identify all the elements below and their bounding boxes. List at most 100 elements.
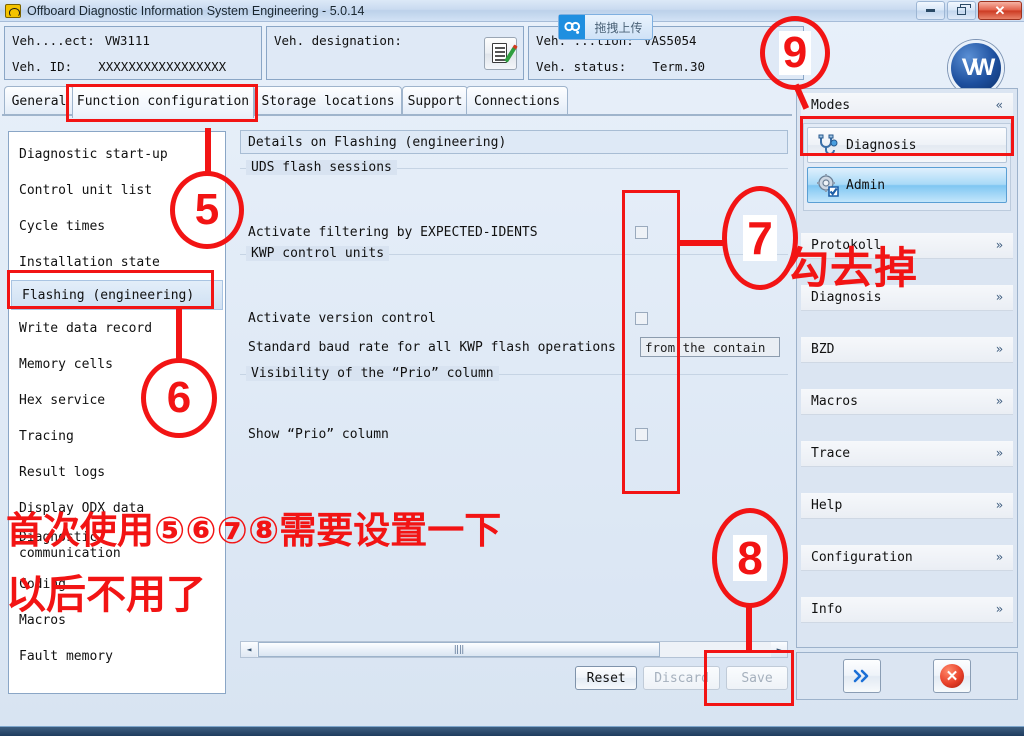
drag-upload-icon	[559, 15, 585, 39]
gear-check-icon	[816, 173, 840, 197]
combo-standard-baud-rate[interactable]: from the contain	[640, 337, 780, 357]
option-standard-baud-rate[interactable]: Standard baud rate for all KWP flash ope…	[248, 337, 780, 357]
tab-function-configuration[interactable]: Function configuration	[72, 84, 254, 118]
sidebar-section-protokoll[interactable]: Protokoll »	[801, 233, 1013, 259]
status-label: Veh. status:	[536, 58, 627, 74]
list-item-tracing[interactable]: Tracing	[9, 418, 225, 454]
reset-button[interactable]: Reset	[575, 666, 638, 690]
save-button[interactable]: Save	[726, 666, 788, 690]
list-item-label: Memory cells	[19, 356, 113, 372]
chevron-down-icon[interactable]: »	[996, 550, 1003, 564]
project-value: VW3111	[104, 32, 150, 48]
option-show-prio-column[interactable]: Show “Prio” column	[248, 427, 780, 442]
drag-upload-overlay[interactable]: 拖拽上传	[558, 14, 653, 40]
title-bar: Offboard Diagnostic Information System E…	[0, 0, 1024, 22]
list-item-control-unit-list[interactable]: Control unit list	[9, 172, 225, 208]
chevron-down-icon[interactable]: »	[996, 290, 1003, 304]
chevron-down-icon[interactable]: »	[996, 602, 1003, 616]
sidebar-section-label: Diagnosis	[811, 290, 882, 305]
cancel-button[interactable]: ✕	[933, 659, 971, 693]
tab-storage-locations[interactable]: Storage locations	[254, 86, 402, 116]
list-item-label: Installation state	[19, 254, 160, 270]
stethoscope-icon	[816, 133, 840, 157]
list-item-label: Fault memory	[19, 648, 113, 664]
next-button[interactable]	[843, 659, 881, 693]
status-value: Term.30	[652, 58, 705, 74]
list-item-label: Flashing (engineering)	[22, 287, 195, 303]
checkbox-activate-version-control[interactable]	[635, 312, 648, 325]
list-item-installation-state[interactable]: Installation state	[9, 244, 225, 280]
list-item-label: Cycle times	[19, 218, 106, 234]
minimize-button[interactable]	[916, 1, 945, 20]
chevron-down-icon[interactable]: »	[996, 394, 1003, 408]
sidebar-section-modes[interactable]: Modes «	[801, 93, 1013, 119]
tab-support[interactable]: Support	[402, 86, 468, 116]
right-sidebar: Modes « Diagnosis Admin Protokoll » Diag…	[796, 88, 1018, 648]
chevron-up-icon[interactable]: «	[996, 98, 1003, 112]
close-button[interactable]: ✕	[978, 1, 1022, 20]
sidebar-section-diagnosis[interactable]: Diagnosis »	[801, 285, 1013, 311]
list-item-memory-cells[interactable]: Memory cells	[9, 346, 225, 382]
list-item-diagnostic-communication[interactable]: Diagnostic communication	[9, 526, 225, 566]
list-item-label: Write data record	[19, 320, 153, 336]
details-title: Details on Flashing (engineering)	[240, 130, 788, 154]
edit-designation-button[interactable]	[484, 37, 518, 70]
list-item-hex-service[interactable]: Hex service	[9, 382, 225, 418]
list-item-cycle-times[interactable]: Cycle times	[9, 208, 225, 244]
vehicle-info-header: Veh....ect: VW3111 Veh. ID: XXXXXXXXXXXX…	[0, 22, 1024, 96]
checkbox-activate-filtering[interactable]	[635, 226, 648, 239]
engine-warning-icon	[5, 3, 21, 18]
list-item-result-logs[interactable]: Result logs	[9, 454, 225, 490]
scroll-right-arrow-icon[interactable]: ►	[771, 642, 787, 657]
list-item-fault-memory[interactable]: Fault memory	[9, 638, 225, 674]
chevron-down-icon[interactable]: »	[996, 342, 1003, 356]
application-window: Offboard Diagnostic Information System E…	[0, 0, 1024, 736]
scroll-left-arrow-icon[interactable]: ◄	[241, 642, 257, 657]
list-item-label: Display ODX data	[19, 500, 145, 516]
list-item-write-data-record[interactable]: Write data record	[9, 310, 225, 346]
function-list-panel[interactable]: Diagnostic start-up Control unit list Cy…	[8, 131, 226, 694]
horizontal-scrollbar[interactable]: ◄ ‖‖ ►	[240, 641, 788, 658]
list-item-label-line2: communication	[19, 546, 121, 561]
sidebar-footer-buttons: ✕	[796, 652, 1018, 700]
group-title: Visibility of the “Prio” column	[246, 366, 499, 381]
chevron-down-icon[interactable]: »	[996, 498, 1003, 512]
list-item-macros[interactable]: Macros	[9, 602, 225, 638]
chevron-down-icon[interactable]: »	[996, 446, 1003, 460]
sidebar-section-label: Protokoll	[811, 238, 882, 253]
list-item-flashing-engineering[interactable]: Flashing (engineering)	[11, 280, 223, 310]
list-item-label: Diagnostic start-up	[19, 146, 168, 162]
chevron-down-icon[interactable]: »	[996, 238, 1003, 252]
mode-item-label: Admin	[846, 177, 886, 193]
option-activate-version-control[interactable]: Activate version control	[248, 311, 780, 326]
mode-item-admin[interactable]: Admin	[807, 167, 1007, 203]
tab-general[interactable]: General	[4, 86, 74, 116]
tab-connections[interactable]: Connections	[466, 86, 568, 116]
sidebar-section-help[interactable]: Help »	[801, 493, 1013, 519]
mode-item-label: Diagnosis	[846, 137, 917, 153]
checkbox-show-prio-column[interactable]	[635, 428, 648, 441]
mode-item-diagnosis[interactable]: Diagnosis	[807, 127, 1007, 163]
list-item-diagnostic-start-up[interactable]: Diagnostic start-up	[9, 136, 225, 172]
list-item-display-odx-data[interactable]: Display ODX data	[9, 490, 225, 526]
list-item-label: Result logs	[19, 464, 106, 480]
sidebar-section-trace[interactable]: Trace »	[801, 441, 1013, 467]
designation-label: Veh. designation:	[274, 32, 402, 48]
window-title: Offboard Diagnostic Information System E…	[27, 3, 365, 18]
sidebar-section-info[interactable]: Info »	[801, 597, 1013, 623]
sidebar-section-label: BZD	[811, 342, 835, 357]
list-item-label: Diagnostic	[19, 530, 98, 545]
list-item-coding[interactable]: Coding	[9, 566, 225, 602]
list-item-label: Tracing	[19, 428, 74, 444]
sidebar-section-label: Trace	[811, 446, 851, 461]
sidebar-section-macros[interactable]: Macros »	[801, 389, 1013, 415]
sidebar-section-configuration[interactable]: Configuration »	[801, 545, 1013, 571]
scrollbar-thumb[interactable]: ‖‖	[258, 642, 660, 657]
restore-button[interactable]	[947, 1, 976, 20]
drag-upload-label: 拖拽上传	[594, 20, 643, 35]
sidebar-section-bzd[interactable]: BZD »	[801, 337, 1013, 363]
discard-button[interactable]: Discard	[643, 666, 720, 690]
option-activate-filtering-expected-idents[interactable]: Activate filtering by EXPECTED-IDENTS	[248, 225, 780, 240]
sidebar-section-label: Macros	[811, 394, 858, 409]
list-item-label: Hex service	[19, 392, 106, 408]
